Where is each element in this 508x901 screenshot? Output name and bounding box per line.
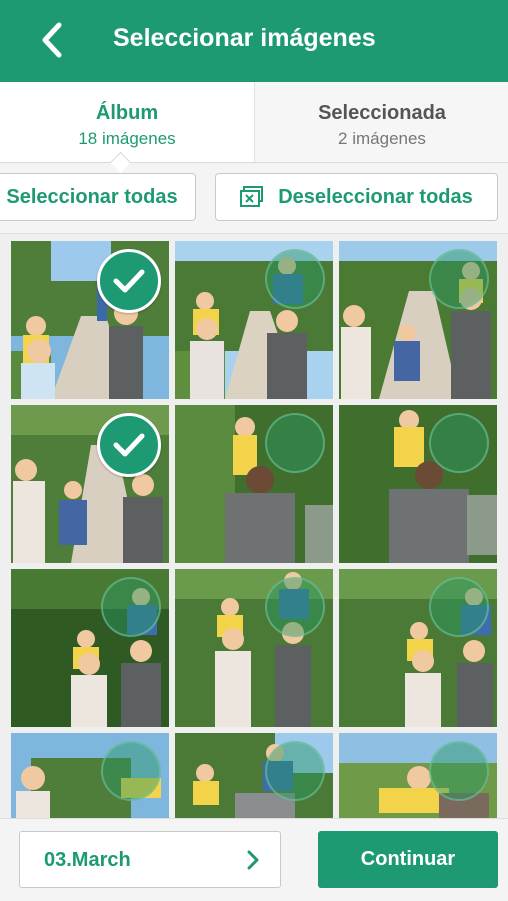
chevron-right-icon [246, 849, 260, 876]
photo-grid [0, 234, 508, 818]
date-label: 03.March [44, 849, 131, 871]
tab-album-count: 18 imágenes [78, 129, 176, 148]
unselected-indicator [101, 741, 161, 801]
unselected-indicator [429, 249, 489, 309]
deselect-images-icon [240, 186, 264, 208]
selected-check-badge [97, 249, 161, 313]
photo-thumbnail[interactable] [175, 241, 333, 399]
unselected-indicator [265, 741, 325, 801]
check-icon [113, 269, 145, 293]
photo-thumbnail[interactable] [175, 733, 333, 818]
photo-thumbnail[interactable] [339, 241, 497, 399]
deselect-all-label: Deseleccionar todas [278, 185, 473, 208]
unselected-indicator [429, 741, 489, 801]
tab-album[interactable]: Álbum 18 imágenes [0, 82, 254, 162]
check-icon [113, 433, 145, 457]
select-all-button[interactable]: Seleccionar todas [0, 173, 196, 221]
tab-selected-label: Seleccionada [318, 102, 446, 124]
photo-thumbnail[interactable] [339, 733, 497, 818]
unselected-indicator [265, 413, 325, 473]
photo-thumbnail[interactable] [11, 569, 169, 727]
photo-thumbnail[interactable] [339, 405, 497, 563]
tab-bar: Álbum 18 imágenes Seleccionada 2 imágene… [0, 82, 508, 163]
photo-thumbnail[interactable] [175, 405, 333, 563]
photo-thumbnail[interactable] [11, 733, 169, 818]
unselected-indicator [265, 249, 325, 309]
unselected-indicator [101, 577, 161, 637]
photo-thumbnail[interactable] [11, 241, 169, 399]
photo-thumbnail[interactable] [175, 569, 333, 727]
selected-check-badge [97, 413, 161, 477]
tab-selected-count: 2 imágenes [338, 129, 426, 148]
select-all-label: Seleccionar todas [6, 185, 178, 208]
deselect-all-button[interactable]: Deseleccionar todas [215, 173, 498, 221]
photo-thumbnail[interactable] [339, 569, 497, 727]
top-app-bar: Seleccionar imágenes [0, 0, 508, 82]
unselected-indicator [429, 577, 489, 637]
tab-album-label: Álbum [95, 102, 159, 124]
chevron-left-icon [42, 22, 62, 58]
bottom-bar: 03.March Continuar [0, 818, 508, 901]
selection-actions: Seleccionar todas Deseleccionar todas [0, 163, 508, 234]
continue-label: Continuar [360, 848, 456, 870]
unselected-indicator [429, 413, 489, 473]
tab-selected[interactable]: Seleccionada 2 imágenes [254, 82, 508, 162]
continue-button[interactable]: Continuar [318, 831, 498, 888]
unselected-indicator [265, 577, 325, 637]
photo-thumbnail[interactable] [11, 405, 169, 563]
page-title: Seleccionar imágenes [113, 24, 376, 52]
date-selector-button[interactable]: 03.March [19, 831, 281, 888]
back-button[interactable] [32, 20, 72, 60]
